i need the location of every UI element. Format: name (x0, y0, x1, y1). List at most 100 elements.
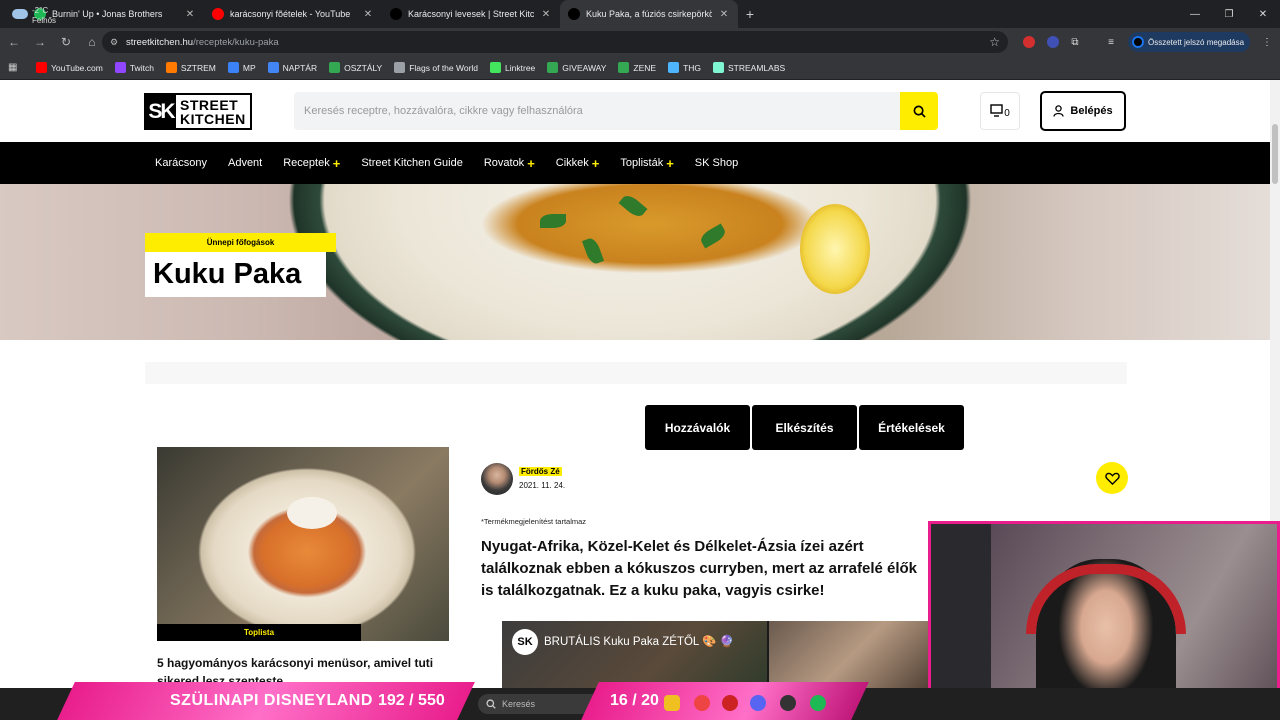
product-placement-disclaimer: *Termékmegjelenítést tartalmaz (481, 517, 587, 526)
login-button[interactable]: Belépés (1040, 91, 1126, 131)
nav-item[interactable]: Karácsony (155, 157, 207, 169)
nav-item[interactable]: Advent (228, 157, 262, 169)
reload-icon[interactable]: ↻ (54, 30, 78, 54)
recipe-tab[interactable]: Elkészítés (752, 405, 857, 450)
back-icon[interactable]: ← (2, 30, 26, 54)
bookmark-item[interactable]: Twitch (114, 62, 154, 73)
nav-item[interactable]: Street Kitchen Guide (361, 157, 463, 169)
bookmark-item[interactable]: MP (227, 62, 256, 73)
bookmark-item[interactable]: NAPTÁR (267, 62, 318, 73)
bookmark-favicon-icon (490, 62, 502, 73)
nav-item-label: Cikkek (555, 157, 589, 169)
tab-close-icon[interactable]: ✕ (362, 9, 374, 20)
expand-plus-icon: + (591, 155, 600, 171)
scrollbar-thumb[interactable] (1272, 124, 1278, 184)
stream-goal-text: SZÜLINAPI DISNEYLAND (170, 692, 373, 709)
search-button[interactable] (900, 92, 938, 130)
browser-tab[interactable]: Karácsonyi levesek | Street Kitch ✕ (382, 0, 560, 28)
obs-icon[interactable] (780, 695, 796, 711)
url-path: /receptek/kuku-paka (193, 36, 279, 48)
address-toolbar: ← → ↻ ⌂ ⚙ streetkitchen.hu/receptek/kuku… (0, 28, 1280, 56)
nav-item-label: Rovatok (483, 157, 525, 169)
bookmark-label: Linktree (505, 62, 536, 73)
bookmark-favicon-icon (547, 62, 559, 73)
related-article-image[interactable] (157, 447, 449, 641)
bookmark-label: SZTREM (180, 62, 216, 73)
home-icon[interactable]: ⌂ (80, 30, 104, 54)
bookmark-item[interactable]: THG (668, 62, 701, 73)
browser-tab[interactable]: Kuku Paka, a fúziós csirkepörkö ✕ (560, 0, 738, 28)
site-logo[interactable]: SK STREET KITCHEN (144, 93, 252, 130)
bookmark-label: ZENE (633, 62, 657, 73)
heart-icon (1104, 472, 1120, 485)
minimize-icon[interactable]: — (1178, 0, 1212, 28)
compare-button[interactable]: 0 (980, 92, 1020, 130)
favorite-button[interactable] (1096, 462, 1128, 494)
browser-tab[interactable]: karácsonyi fõételek - YouTube ✕ (204, 0, 382, 28)
ad-placeholder (145, 362, 1127, 384)
nav-item[interactable]: Toplisták + (620, 156, 673, 171)
password-suggestion-pill[interactable]: Összetett jelszó megadása (1128, 32, 1250, 52)
recipe-tab[interactable]: Hozzávalók (645, 405, 750, 450)
bookmark-item[interactable]: Flags of the World (394, 62, 478, 73)
apps-grid-icon[interactable]: ▦ (8, 62, 22, 73)
author-name[interactable]: Fördős Zé (519, 467, 562, 476)
recipe-tab[interactable]: Értékelések (859, 405, 964, 450)
menu-icon[interactable]: ⋮ (1258, 33, 1276, 51)
discord-icon[interactable] (750, 695, 766, 711)
restore-icon[interactable]: ❐ (1212, 0, 1246, 28)
new-tab-button[interactable]: + (738, 6, 762, 22)
category-badge[interactable]: Ünnepi főfogások (145, 233, 336, 252)
compare-count: 0 (1004, 107, 1010, 119)
bookmark-favicon-icon (165, 62, 177, 73)
bookmark-favicon-icon (36, 62, 47, 73)
tab-close-icon[interactable]: ✕ (184, 9, 196, 20)
main-navigation: Karácsony Advent Receptek + Street Kitchen G… (0, 142, 1270, 184)
tab-close-icon[interactable]: ✕ (718, 9, 730, 20)
file-explorer-icon[interactable] (664, 695, 680, 711)
url-bar[interactable]: ⚙ streetkitchen.hu/receptek/kuku-paka ☆ (102, 31, 1008, 53)
extension-icon[interactable] (1020, 33, 1038, 51)
bookmark-item[interactable]: Linktree (490, 62, 535, 73)
related-article-tag[interactable]: Toplista (157, 624, 361, 641)
weather-temp: -2°C (32, 6, 49, 15)
chrome-icon[interactable] (694, 695, 710, 711)
bookmark-item[interactable]: OSZTÁLY (329, 62, 382, 73)
nav-item[interactable]: Rovatok + (484, 156, 535, 171)
bookmark-item[interactable]: ZENE (618, 62, 656, 73)
bookmarks-bar: ▦ YouTube.com Twitch SZTREM MP NAPTÁR OSZTÁLY… (0, 56, 1280, 80)
nav-item[interactable]: Cikkek + (556, 156, 600, 171)
avatar (1132, 36, 1144, 48)
bookmark-item[interactable]: STREAMLABS (713, 62, 785, 73)
bookmark-label: NAPTÁR (282, 62, 318, 73)
bookmark-star-icon[interactable]: ☆ (989, 35, 1000, 49)
cloud-icon (12, 9, 28, 19)
forward-icon[interactable]: → (28, 30, 52, 54)
bookmark-favicon-icon (267, 62, 279, 73)
password-pill-label: Összetett jelszó megadása (1148, 37, 1245, 47)
weather-widget[interactable]: -2°C Felhős (12, 6, 56, 26)
video-title[interactable]: BRUTÁLIS Kuku Paka ZÉTŐL 🎨 🔮 (544, 634, 734, 648)
reading-list-icon[interactable]: ≡ (1102, 33, 1120, 51)
nav-item[interactable]: SK Shop (695, 157, 738, 169)
bookmark-label: STREAMLABS (728, 62, 786, 73)
opera-icon[interactable] (722, 695, 738, 711)
bookmark-label: MP (242, 62, 256, 73)
site-info-icon[interactable]: ⚙ (110, 37, 126, 48)
close-window-icon[interactable]: ✕ (1246, 0, 1280, 28)
bookmark-item[interactable]: SZTREM (165, 62, 216, 73)
login-label: Belépés (1070, 105, 1113, 117)
tab-title: Burnin' Up • Jonas Brothers (52, 9, 163, 19)
site-search-input[interactable]: Keresés receptre, hozzávalóra, cikkre va… (294, 92, 900, 130)
extension-icon[interactable] (1044, 33, 1062, 51)
stream-goal-count: 192 / 550 (378, 692, 445, 709)
nav-item[interactable]: Receptek + (283, 156, 340, 171)
bookmark-item[interactable]: YouTube.com (36, 62, 103, 73)
bookmark-favicon-icon (114, 62, 126, 73)
extensions-puzzle-icon[interactable]: ⧉ (1066, 33, 1084, 51)
tab-close-icon[interactable]: ✕ (540, 9, 552, 20)
spotify-icon[interactable] (810, 695, 826, 711)
bookmark-item[interactable]: GIVEAWAY (547, 62, 606, 73)
author-avatar[interactable] (481, 463, 513, 495)
channel-logo[interactable]: SK (512, 629, 538, 655)
